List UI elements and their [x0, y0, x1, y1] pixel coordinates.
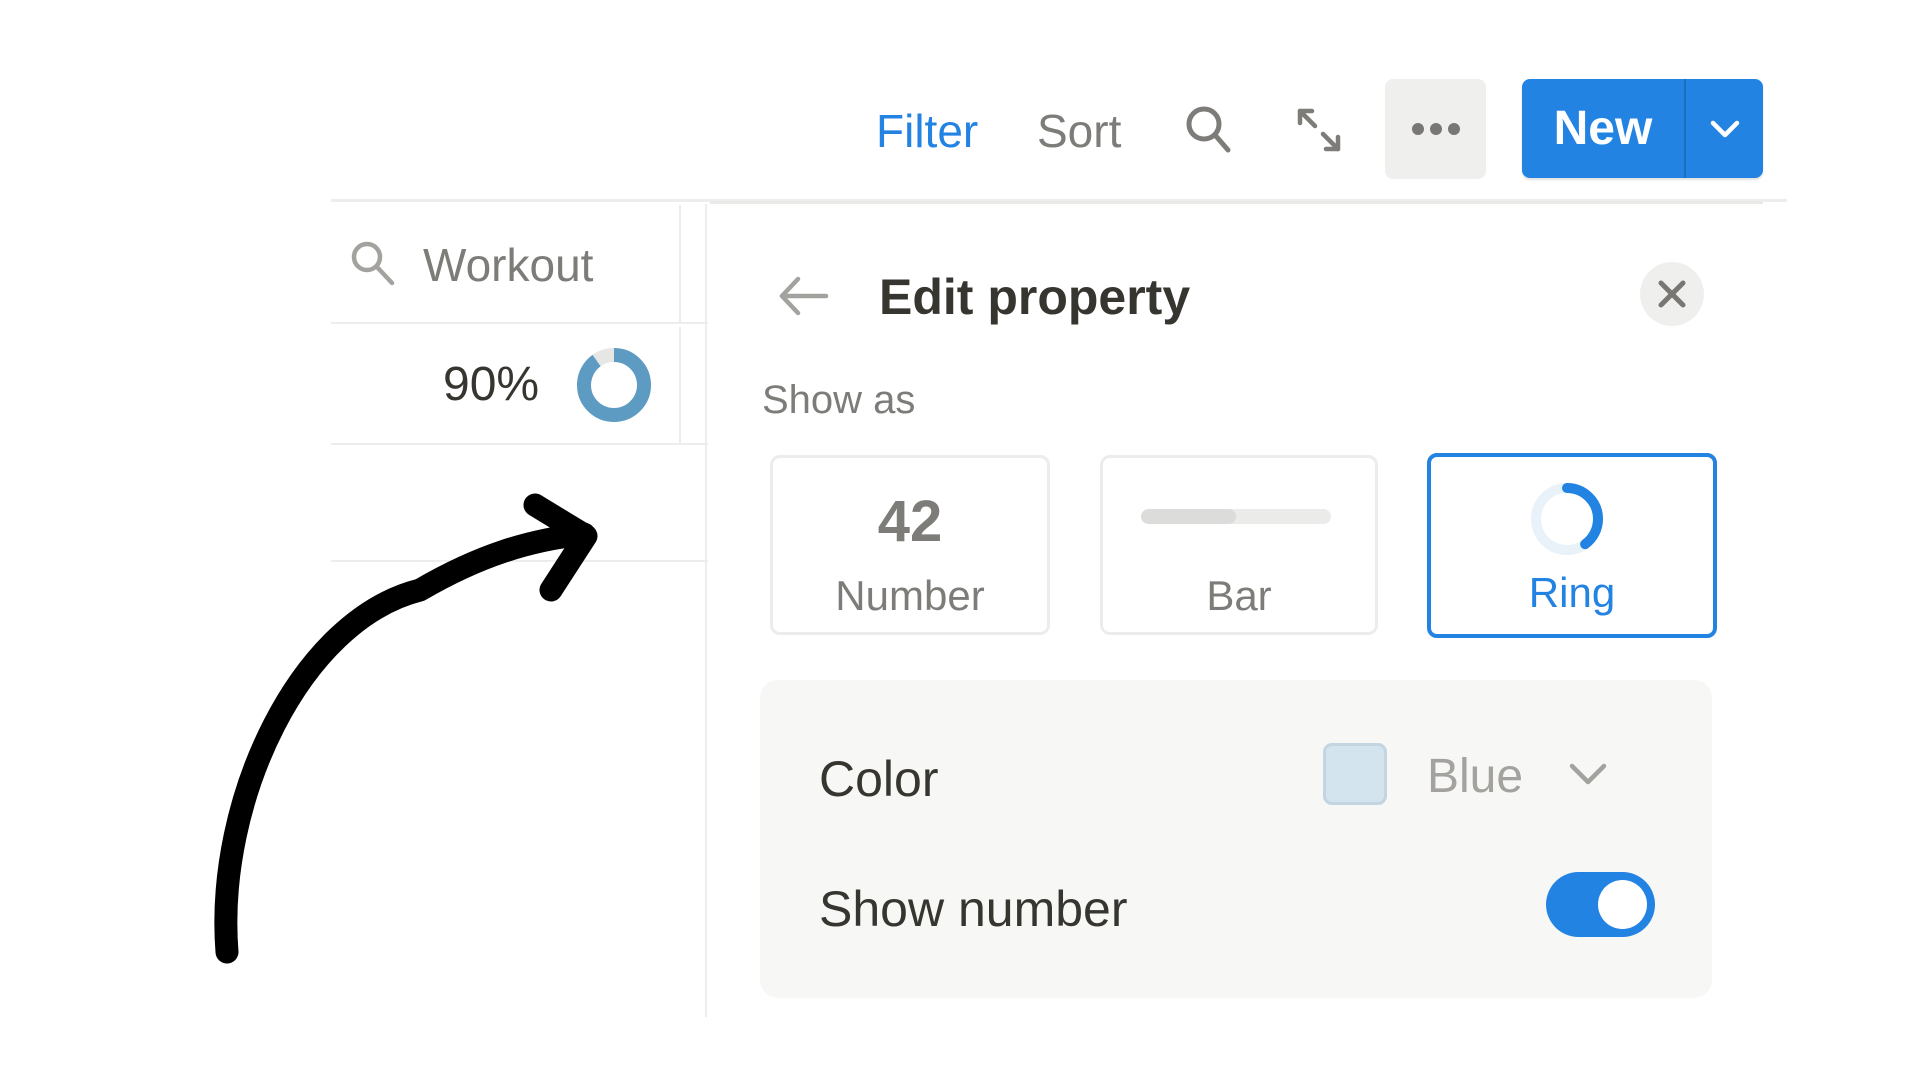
new-button-group: New	[1522, 79, 1763, 178]
settings-box: Color Blue Show number	[760, 680, 1712, 998]
sort-button[interactable]: Sort	[1037, 103, 1121, 159]
option-ring[interactable]: Ring	[1427, 453, 1717, 638]
more-horizontal-icon	[1411, 123, 1460, 135]
chevron-down-icon	[1710, 120, 1739, 137]
bar-preview-fill	[1141, 509, 1236, 524]
search-icon	[351, 241, 395, 286]
search-button[interactable]	[1183, 103, 1235, 155]
bar-preview	[1141, 509, 1331, 524]
expand-button[interactable]	[1295, 106, 1343, 154]
toggle-knob	[1598, 880, 1647, 929]
progress-ring	[577, 348, 651, 422]
close-button[interactable]	[1640, 262, 1704, 326]
row-divider	[331, 322, 708, 324]
new-button[interactable]: New	[1522, 79, 1684, 178]
option-label: Bar	[1206, 572, 1272, 619]
panel-title: Edit property	[879, 269, 1191, 325]
close-icon	[1658, 280, 1686, 308]
filter-button[interactable]: Filter	[876, 103, 978, 159]
show-number-label: Show number	[819, 881, 1128, 937]
progress-ring-fill	[577, 348, 651, 422]
arrow-left-icon	[779, 276, 829, 316]
column-header-label[interactable]: Workout	[423, 237, 593, 293]
option-label: Ring	[1528, 569, 1616, 616]
panel-top-shadow	[710, 201, 1763, 204]
color-value: Blue	[1427, 750, 1524, 803]
chevron-down-icon	[1569, 763, 1607, 785]
column-divider	[679, 327, 681, 444]
search-icon	[1186, 106, 1231, 153]
color-label: Color	[819, 751, 939, 807]
option-bar[interactable]: Bar	[1100, 455, 1378, 635]
row-divider	[331, 443, 708, 445]
color-swatch	[1323, 743, 1387, 805]
number-preview: 42	[877, 489, 943, 554]
show-number-toggle[interactable]	[1546, 872, 1655, 937]
row-divider	[331, 560, 708, 562]
panel-left-border	[705, 204, 707, 1017]
option-number[interactable]: 42 Number	[770, 455, 1050, 635]
new-dropdown-button[interactable]	[1686, 79, 1763, 178]
expand-icon	[1297, 108, 1341, 152]
column-divider	[679, 205, 681, 323]
ring-preview-icon	[1531, 483, 1603, 555]
more-options-button[interactable]	[1385, 79, 1486, 179]
back-button[interactable]	[776, 274, 830, 318]
column-header-workout[interactable]	[348, 238, 398, 288]
arrow-head	[523, 493, 598, 602]
show-as-label: Show as	[762, 378, 916, 422]
arrow-shaft	[214, 522, 596, 964]
option-label: Number	[835, 572, 985, 619]
progress-value: 90%	[443, 358, 540, 411]
